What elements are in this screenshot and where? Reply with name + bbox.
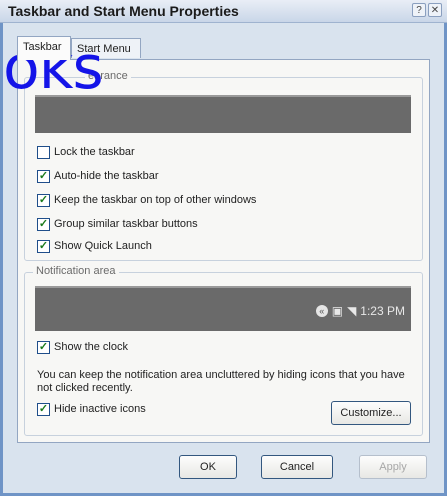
group-buttons-option[interactable]: ✓ Group similar taskbar buttons <box>37 216 198 232</box>
volume-icon: ◥ <box>347 304 357 318</box>
properties-dialog: Taskbar and Start Menu Properties ? ✕ Ta… <box>0 0 447 496</box>
auto-hide-checkbox[interactable]: ✓ <box>37 169 50 183</box>
auto-hide-label: Auto-hide the taskbar <box>54 170 159 182</box>
notification-note: You can keep the notification area unclu… <box>37 369 405 394</box>
window-title: Taskbar and Start Menu Properties <box>8 3 239 19</box>
hide-inactive-checkbox[interactable]: ✓ <box>37 402 50 416</box>
group-buttons-label: Group similar taskbar buttons <box>54 218 198 230</box>
lock-taskbar-checkbox[interactable] <box>37 145 50 159</box>
taskbar-appearance-group: earance Lock the taskbar ✓ Auto-hide the… <box>24 70 423 261</box>
group-buttons-checkbox[interactable]: ✓ <box>37 217 50 231</box>
hide-inactive-label: Hide inactive icons <box>54 403 146 415</box>
quick-launch-checkbox[interactable]: ✓ <box>37 239 50 253</box>
close-button[interactable]: ✕ <box>428 3 442 17</box>
tab-taskbar[interactable]: Taskbar <box>17 36 71 60</box>
show-clock-checkbox[interactable]: ✓ <box>37 340 50 354</box>
notification-area-group: Notification area « ▣ ◥ 1:23 PM ✓ Show t… <box>24 265 423 436</box>
lock-taskbar-label: Lock the taskbar <box>54 146 135 158</box>
clock-time: 1:23 PM <box>360 304 405 318</box>
keep-on-top-label: Keep the taskbar on top of other windows <box>54 194 257 206</box>
keep-on-top-option[interactable]: ✓ Keep the taskbar on top of other windo… <box>37 192 256 208</box>
help-button[interactable]: ? <box>412 3 426 17</box>
notification-legend: Notification area <box>33 265 119 277</box>
ok-button[interactable]: OK <box>179 455 237 479</box>
auto-hide-option[interactable]: ✓ Auto-hide the taskbar <box>37 168 159 184</box>
show-clock-option[interactable]: ✓ Show the clock <box>37 339 128 355</box>
notification-preview: « ▣ ◥ 1:23 PM <box>35 286 411 331</box>
show-clock-label: Show the clock <box>54 341 128 353</box>
tab-panel: earance Lock the taskbar ✓ Auto-hide the… <box>17 59 430 443</box>
keep-on-top-checkbox[interactable]: ✓ <box>37 193 50 207</box>
quick-launch-label: Show Quick Launch <box>54 240 152 252</box>
tray-area: « ▣ ◥ 1:23 PM <box>315 302 405 320</box>
title-bar: Taskbar and Start Menu Properties ? ✕ <box>0 0 447 23</box>
cancel-button[interactable]: Cancel <box>261 455 333 479</box>
quick-launch-option[interactable]: ✓ Show Quick Launch <box>37 238 152 254</box>
customize-button[interactable]: Customize... <box>331 401 411 425</box>
lock-taskbar-option[interactable]: Lock the taskbar <box>37 144 135 160</box>
network-icon: ▣ <box>331 304 344 318</box>
apply-button[interactable]: Apply <box>359 455 427 479</box>
hide-inactive-option[interactable]: ✓ Hide inactive icons <box>37 401 146 417</box>
arrow-icon: « <box>315 305 328 317</box>
